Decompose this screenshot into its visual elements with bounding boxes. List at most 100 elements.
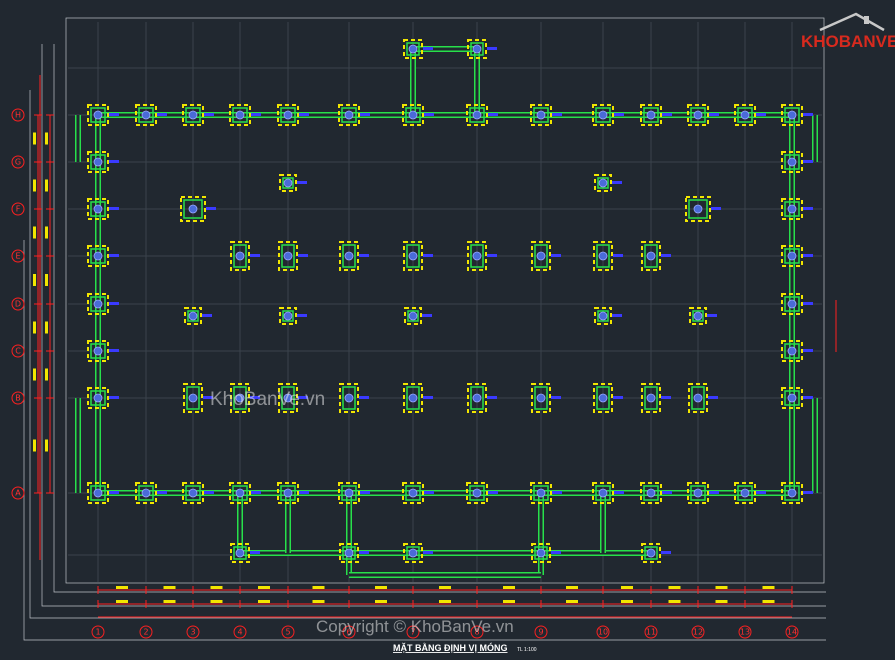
footing-small-column: [598, 178, 608, 188]
footing-perimeter-column: [598, 110, 608, 120]
dim-row-bottom-2-label: [566, 600, 578, 603]
footing-perimeter-tag: [709, 113, 719, 116]
frame-step-4: [23, 240, 826, 641]
footing-perimeter-tag: [756, 491, 766, 494]
footing-perimeter-column: [787, 251, 797, 261]
footing-interior-tag: [359, 254, 369, 257]
footing-perimeter-column: [93, 251, 103, 261]
footing-perimeter-column: [344, 488, 354, 498]
dim-row-bottom-1-label: [566, 586, 578, 589]
footing-perimeter-column: [740, 110, 750, 120]
footing-small-column: [598, 311, 608, 321]
dim-row-bottom-1-label: [375, 586, 387, 589]
footing-perimeter-tag: [803, 349, 813, 352]
axis-label-F: F: [16, 205, 21, 214]
footing-porch-column: [472, 44, 482, 54]
dim-row-bottom-1-label: [312, 586, 325, 589]
footing-perimeter-column: [693, 110, 703, 120]
footing-interior-column: [693, 393, 703, 403]
footing-small-tag: [297, 181, 307, 184]
footing-perimeter-column: [472, 488, 482, 498]
footing-perimeter-column: [93, 204, 103, 214]
footing-perimeter-tag: [662, 113, 672, 116]
footing-interior-column: [188, 393, 198, 403]
footing-perimeter-column: [235, 488, 245, 498]
footing-interior-tag: [708, 396, 718, 399]
watermark-center: KhoBanVe.vn: [210, 389, 325, 410]
footing-perimeter-column: [646, 488, 656, 498]
footing-perimeter-tag: [109, 396, 119, 399]
footing-porch-tag: [423, 47, 433, 50]
frame-inner: [65, 17, 825, 584]
footing-perimeter-column: [408, 488, 418, 498]
footing-perimeter-tag: [109, 302, 119, 305]
footing-interior-column: [646, 393, 656, 403]
footing-interior-column: [408, 393, 418, 403]
footing-perimeter-tag: [803, 491, 813, 494]
footing-perimeter-tag: [803, 113, 813, 116]
frame-step-2: [41, 44, 826, 607]
footing-perimeter-column: [787, 299, 797, 309]
footings: [87, 39, 813, 563]
footing-corner-tag: [711, 207, 721, 210]
footing-perimeter-tag: [299, 491, 309, 494]
footing-porch-tag: [359, 551, 369, 554]
dim-col-left-1-label: [33, 439, 36, 452]
footing-small-tag: [297, 314, 307, 317]
footing-porch-column: [235, 548, 245, 558]
footing-porch-tag: [551, 551, 561, 554]
footing-perimeter-column: [93, 488, 103, 498]
footing-small-tag: [612, 314, 622, 317]
footing-interior-tag: [661, 254, 671, 257]
footing-perimeter-column: [141, 488, 151, 498]
footing-perimeter-tag: [803, 207, 813, 210]
axis-label-4: 4: [237, 628, 242, 637]
dim-row-bottom-2-label: [258, 600, 270, 603]
footing-perimeter-tag: [488, 491, 498, 494]
footing-perimeter-tag: [803, 160, 813, 163]
footing-perimeter-tag: [360, 491, 370, 494]
dim-row-bottom-2-label: [439, 600, 451, 603]
footing-perimeter-tag: [488, 113, 498, 116]
dim-col-left-2-label: [45, 274, 48, 286]
footing-perimeter-column: [787, 346, 797, 356]
footing-small-tag: [202, 314, 212, 317]
footing-perimeter-column: [408, 110, 418, 120]
axis-label-2: 2: [143, 628, 148, 637]
dim-col-left-2-label: [45, 226, 48, 239]
footing-perimeter-tag: [424, 491, 434, 494]
footing-corner-column: [188, 204, 198, 214]
footing-corner-tag: [206, 207, 216, 210]
axis-label-10: 10: [598, 628, 608, 637]
footing-interior-column: [536, 251, 546, 261]
footing-interior-column: [472, 251, 482, 261]
footing-interior-column: [283, 251, 293, 261]
footing-perimeter-tag: [662, 491, 672, 494]
footing-interior-column: [598, 393, 608, 403]
footing-perimeter-tag: [299, 113, 309, 116]
footing-perimeter-tag: [614, 491, 624, 494]
footing-interior-tag: [423, 396, 433, 399]
dim-row-bottom-2-label: [312, 600, 325, 603]
footing-porch-tag: [661, 551, 671, 554]
footing-perimeter-tag: [552, 113, 562, 116]
dimension-lines: [33, 75, 837, 618]
dim-col-left-2-label: [45, 368, 48, 381]
footing-small-column: [693, 311, 703, 321]
footing-perimeter-column: [283, 488, 293, 498]
dim-row-bottom-1-label: [715, 586, 728, 589]
dim-row-bottom-2-label: [762, 600, 775, 603]
dim-row-bottom-1-label: [210, 586, 223, 589]
dim-row-bottom-1-label: [503, 586, 515, 589]
footing-small-column: [408, 311, 418, 321]
footing-porch-tag: [487, 47, 497, 50]
footing-perimeter-tag: [803, 396, 813, 399]
footing-perimeter-column: [141, 110, 151, 120]
footing-interior-column: [344, 251, 354, 261]
axis-label-B: B: [15, 394, 21, 403]
footing-perimeter-column: [787, 393, 797, 403]
footing-perimeter-column: [93, 393, 103, 403]
footing-interior-tag: [359, 396, 369, 399]
footing-perimeter-column: [787, 204, 797, 214]
axis-label-E: E: [15, 252, 20, 261]
